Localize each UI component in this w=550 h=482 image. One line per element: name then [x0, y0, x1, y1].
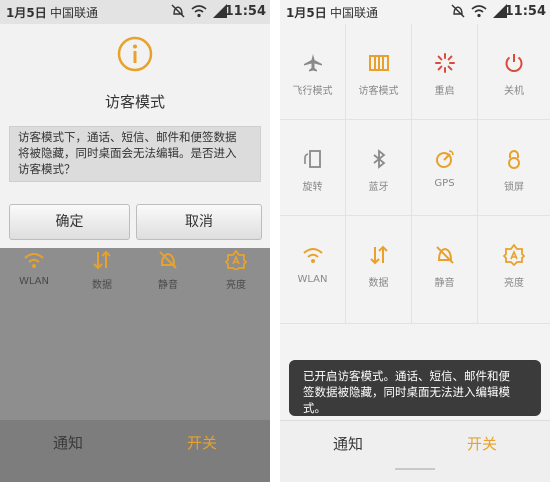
toggle-label: WLAN: [297, 274, 328, 285]
airplane-icon: [303, 54, 322, 72]
toggle-mute-dimmed[interactable]: 静音: [134, 250, 202, 291]
bluetooth-icon: [372, 149, 385, 169]
status-carrier: 中国联通: [50, 6, 99, 20]
toggle-label: 旋转: [302, 182, 323, 193]
brightness-icon: [224, 249, 248, 272]
toggle-data[interactable]: 数据: [346, 216, 412, 324]
confirm-button[interactable]: 确定: [9, 204, 130, 240]
toggle-label: 访客模式: [358, 86, 399, 97]
tab-toggles[interactable]: 开关: [442, 433, 522, 454]
status-bar: 1月5日 中国联通 11:54: [0, 0, 270, 24]
toggle-guest-mode[interactable]: 访客模式: [346, 24, 412, 120]
toggle-lock-screen[interactable]: 锁屏: [478, 120, 550, 216]
guest-mode-toast: 已开启访客模式。通话、短信、邮件和便 签数据被隐藏，同时桌面无法进入编辑模 式。: [289, 360, 541, 416]
toggle-airplane[interactable]: 飞行模式: [280, 24, 346, 120]
guest-mode-icon: [368, 55, 389, 71]
reboot-icon: [434, 53, 455, 73]
toggle-label: 蓝牙: [368, 182, 389, 193]
left-phone-screen: 1月5日 中国联通 11:54 访客模式 访客模式下，通话、短信、邮件和便签数据…: [0, 0, 270, 482]
mute-icon: [159, 251, 177, 269]
tab-notifications[interactable]: 通知: [308, 433, 388, 454]
toggle-label: 数据: [368, 278, 389, 289]
toast-line: 式。: [303, 401, 326, 415]
status-date: 1月5日: [286, 6, 327, 20]
guest-mode-dialog: 访客模式 访客模式下，通话、短信、邮件和便签数据 将被隐藏，同时桌面会无法编辑。…: [0, 24, 270, 248]
toggle-label: 亮度: [226, 280, 246, 291]
gps-icon: [435, 150, 454, 168]
dialog-message-line: 访客模式？: [18, 162, 76, 176]
wifi-icon: [24, 253, 44, 268]
data-icon: [369, 245, 388, 265]
toggle-bluetooth[interactable]: 蓝牙: [346, 120, 412, 216]
toggle-label: 飞行模式: [292, 86, 333, 97]
drag-handle[interactable]: [395, 468, 435, 470]
toggle-data-dimmed[interactable]: 数据: [68, 250, 136, 291]
bottom-tab-bar: 通知 开关: [0, 420, 270, 482]
wifi-icon: [302, 248, 323, 263]
rotate-icon: [303, 150, 321, 168]
toggle-grid: 飞行模式 访客模式 重启 关机 旋转 蓝牙 GPS 锁屏 WLAN 数据 静音 …: [280, 24, 550, 324]
dialog-message: 访客模式下，通话、短信、邮件和便签数据 将被隐藏，同时桌面会无法编辑。是否进入 …: [9, 126, 261, 182]
toggle-wlan-dimmed[interactable]: WLAN: [0, 250, 68, 287]
lock-icon: [508, 150, 520, 169]
toggle-brightness-dimmed[interactable]: 亮度: [202, 249, 270, 291]
mute-status-icon: [171, 4, 185, 18]
dialog-message-line: 访客模式下，通话、短信、邮件和便签数据: [18, 130, 237, 144]
toggle-mute[interactable]: 静音: [412, 216, 478, 324]
status-time: 11:54: [224, 4, 266, 19]
brightness-icon: [502, 243, 526, 267]
toggle-label: 静音: [158, 280, 178, 291]
power-icon: [505, 54, 523, 72]
dialog-message-line: 将被隐藏，同时桌面会无法编辑。是否进入: [18, 146, 237, 160]
toggle-label: 静音: [434, 278, 455, 289]
toggle-label: GPS: [434, 178, 455, 189]
toggle-brightness[interactable]: 亮度: [478, 216, 550, 324]
toggle-label: 数据: [92, 280, 112, 291]
toggle-wlan[interactable]: WLAN: [280, 216, 346, 324]
bottom-tab-bar: 通知 开关: [280, 420, 550, 482]
dialog-title: 访客模式: [104, 93, 165, 111]
status-bar: 1月5日 中国联通 11:54: [280, 0, 550, 24]
wifi-status-icon: [471, 5, 487, 18]
toggle-label: 亮度: [504, 278, 524, 289]
status-carrier: 中国联通: [330, 6, 379, 20]
status-time: 11:54: [504, 4, 546, 19]
toggle-label: 关机: [504, 86, 524, 97]
tab-toggles[interactable]: 开关: [162, 432, 242, 453]
toggle-label: WLAN: [18, 276, 49, 287]
toast-line: 已开启访客模式。通话、短信、邮件和便: [303, 369, 510, 383]
wifi-status-icon: [191, 5, 207, 18]
toggle-rotate[interactable]: 旋转: [280, 120, 346, 216]
data-icon: [93, 250, 111, 270]
toggle-label: 重启: [434, 86, 455, 97]
toggle-reboot[interactable]: 重启: [412, 24, 478, 120]
toggle-gps[interactable]: GPS: [412, 120, 478, 216]
mute-status-icon: [451, 4, 465, 18]
tab-notifications[interactable]: 通知: [28, 432, 108, 453]
info-icon: [117, 36, 153, 72]
cancel-button[interactable]: 取消: [136, 204, 262, 240]
toggle-power-off[interactable]: 关机: [478, 24, 550, 120]
toast-line: 签数据被隐藏，同时桌面无法进入编辑模: [303, 385, 510, 399]
right-phone-screen: 1月5日 中国联通 11:54 飞行模式 访客模式 重启 关机 旋转 蓝牙 GP…: [280, 0, 550, 482]
mute-icon: [435, 246, 454, 264]
toggle-label: 锁屏: [504, 182, 524, 193]
status-date: 1月5日: [6, 6, 47, 20]
